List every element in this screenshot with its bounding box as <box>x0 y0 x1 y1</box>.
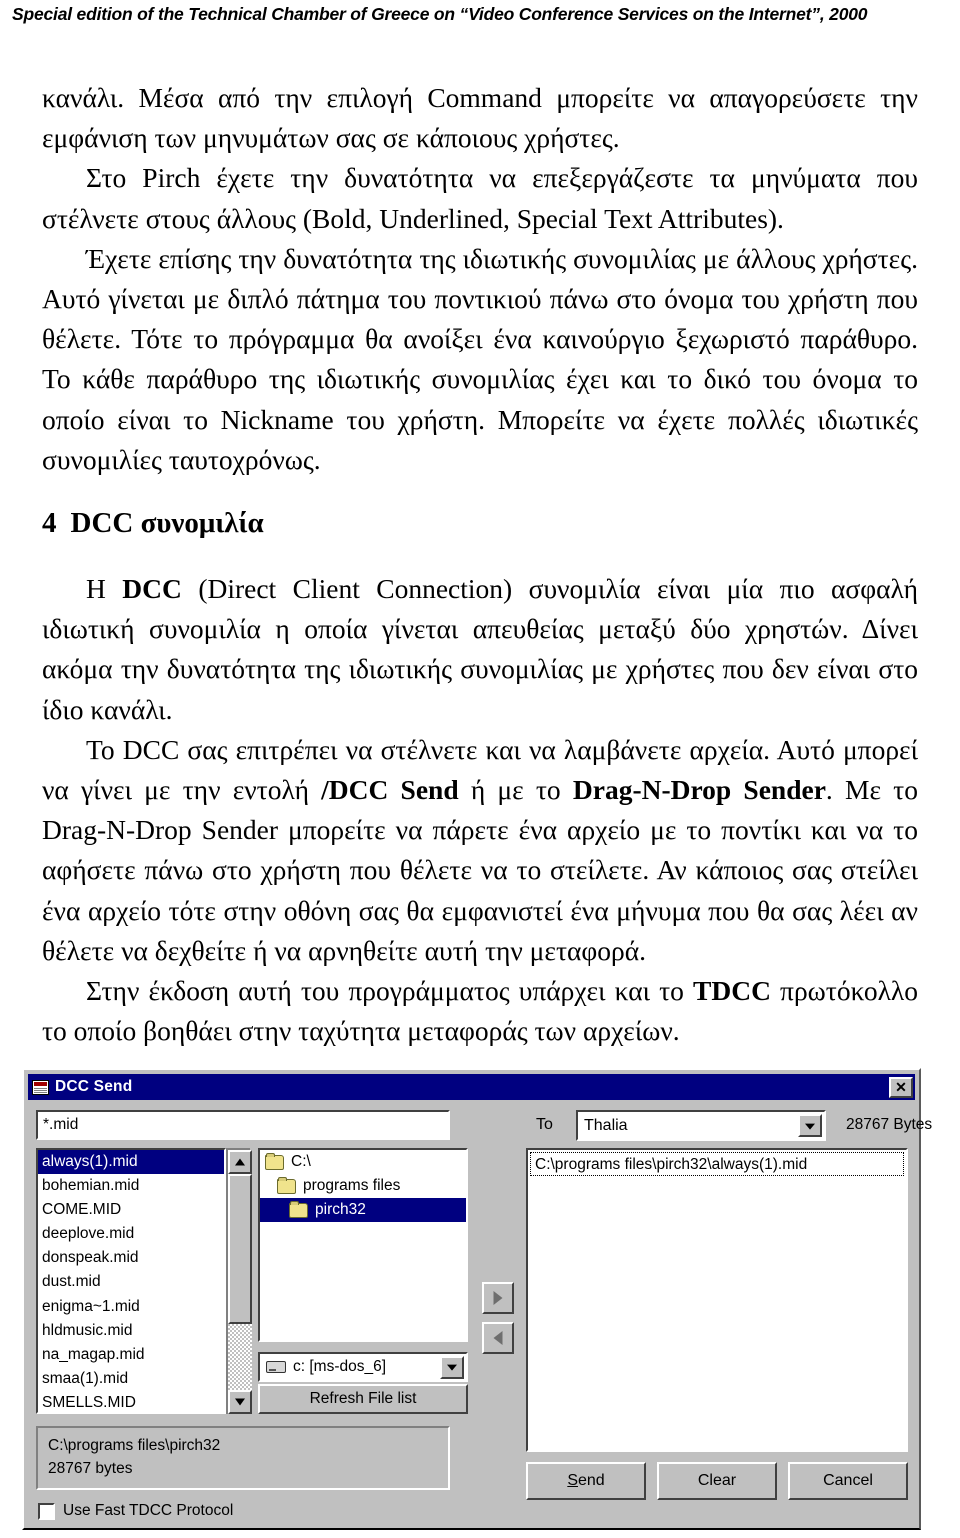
dialog-title: DCC Send <box>55 1078 133 1095</box>
selection-info-panel: C:\programs files\pirch32 28767 bytes <box>36 1426 450 1490</box>
chevron-down-icon[interactable] <box>798 1114 822 1137</box>
list-item[interactable]: always(1).mid <box>38 1150 224 1175</box>
paragraph-1: κανάλι. Μέσα από την επιλογή Command μπο… <box>42 82 918 154</box>
paragraph-6-part-a: Στην έκδοση αυτή του προγράμματος υπάρχε… <box>86 975 694 1007</box>
queue-item[interactable]: C:\programs files\pirch32\always(1).mid <box>530 1152 904 1176</box>
paragraph-4: Η DCC (Direct Client Connection) συνομιλ… <box>42 569 918 730</box>
to-label: To <box>536 1116 553 1133</box>
tree-item[interactable]: C:\ <box>260 1150 466 1174</box>
send-button-accel: S <box>567 1472 578 1489</box>
scroll-up-icon[interactable] <box>228 1150 252 1174</box>
paragraph-3: Έχετε επίσης την δυνατότητα της ιδιωτική… <box>42 242 918 475</box>
paragraph-5: Το DCC σας επιτρέπει να στέλνετε και να … <box>42 730 918 971</box>
file-list-items: always(1).mid bohemian.mid COME.MID deeplov… <box>38 1150 224 1412</box>
selection-path: C:\programs files\pirch32 <box>48 1437 221 1454</box>
list-item[interactable]: smaa(1).mid <box>38 1367 224 1391</box>
folder-icon <box>265 1152 284 1170</box>
tree-item[interactable]: pirch32 <box>260 1198 466 1222</box>
send-button-rest: end <box>577 1472 605 1489</box>
recipient-value: Thalia <box>584 1116 628 1134</box>
cancel-button[interactable]: Cancel <box>788 1462 908 1500</box>
list-item[interactable]: hldmusic.mid <box>38 1319 224 1343</box>
fast-tdcc-checkbox[interactable] <box>38 1502 55 1520</box>
close-icon[interactable]: ✕ <box>889 1076 913 1098</box>
refresh-file-list-button[interactable]: Refresh File list <box>258 1384 468 1414</box>
tree-item-label: pirch32 <box>315 1201 366 1218</box>
dialog-titlebar: DCC Send ✕ <box>28 1074 915 1100</box>
paragraph-4-bold-dcc: DCC <box>122 573 182 605</box>
paragraph-4-part-a: Η <box>86 573 123 605</box>
fast-tdcc-checkbox-row[interactable]: Use Fast TDCC Protocol <box>38 1502 233 1520</box>
body-text-column: κανάλι. Μέσα από την επιλογή Command μπο… <box>42 78 918 1051</box>
chevron-down-icon[interactable] <box>440 1355 464 1379</box>
section-heading-text: DCC συνομιλία <box>70 507 264 540</box>
paragraph-5-bold-drag-n-drop: Drag-N-Drop Sender <box>572 774 826 806</box>
list-item[interactable]: deeplove.mid <box>38 1222 224 1246</box>
scroll-down-icon[interactable] <box>228 1390 252 1414</box>
list-item[interactable]: COME.MID <box>38 1198 224 1222</box>
file-filter-input[interactable]: *.mid <box>36 1110 450 1140</box>
paragraph-5-bold-dcc-send: /DCC Send <box>321 774 459 806</box>
scrollbar-track[interactable] <box>228 1324 252 1390</box>
send-button[interactable]: Send <box>526 1462 646 1500</box>
dialog-action-buttons: Send Clear Cancel <box>526 1462 908 1502</box>
list-item[interactable]: SMELLS.MID <box>38 1391 224 1412</box>
drive-icon <box>266 1361 286 1373</box>
drive-combobox[interactable]: c: [ms-dos_6] <box>258 1352 468 1382</box>
folder-icon <box>289 1200 308 1218</box>
list-item[interactable]: bohemian.mid <box>38 1174 224 1198</box>
folder-icon <box>277 1176 296 1194</box>
running-header: Special edition of the Technical Chamber… <box>12 4 868 24</box>
remove-from-queue-button[interactable] <box>482 1322 514 1354</box>
send-queue-list[interactable]: C:\programs files\pirch32\always(1).mid <box>526 1148 908 1452</box>
file-size-label: 28767 Bytes <box>846 1116 933 1133</box>
fast-tdcc-label: Use Fast TDCC Protocol <box>63 1502 234 1519</box>
dcc-send-dialog: DCC Send ✕ *.mid To Thalia 28767 Bytes a… <box>22 1068 932 1530</box>
tree-item[interactable]: programs files <box>260 1174 466 1198</box>
list-item[interactable]: enigma~1.mid <box>38 1295 224 1319</box>
recipient-combobox[interactable]: Thalia <box>576 1110 826 1141</box>
section-heading: 4 DCC συνομιλία <box>42 505 918 541</box>
file-list-scrollbar[interactable] <box>226 1148 252 1414</box>
tree-item-label: programs files <box>303 1177 401 1194</box>
tree-item-label: C:\ <box>291 1153 311 1170</box>
section-heading-number: 4 <box>42 507 57 540</box>
directory-tree[interactable]: C:\ programs files pirch32 <box>258 1148 468 1342</box>
paragraph-6: Στην έκδοση αυτή του προγράμματος υπάρχε… <box>42 971 918 1051</box>
document-page: Special edition of the Technical Chamber… <box>0 0 960 1538</box>
selection-size: 28767 bytes <box>48 1460 133 1477</box>
list-item[interactable]: na_magap.mid <box>38 1343 224 1367</box>
list-item[interactable]: donspeak.mid <box>38 1246 224 1270</box>
drive-value: c: [ms-dos_6] <box>293 1358 387 1375</box>
list-item[interactable]: dust.mid <box>38 1270 224 1294</box>
application-icon <box>32 1079 49 1095</box>
paragraph-2: Στο Pirch έχετε την δυνατότητα να επεξερ… <box>42 162 918 234</box>
paragraph-5-part-c: ή με το <box>458 774 573 806</box>
paragraph-6-bold-tdcc: TDCC <box>693 975 771 1007</box>
file-list[interactable]: always(1).mid bohemian.mid COME.MID deeplov… <box>36 1148 226 1414</box>
clear-button[interactable]: Clear <box>657 1462 777 1500</box>
add-to-queue-button[interactable] <box>482 1282 514 1314</box>
scrollbar-thumb[interactable] <box>228 1174 252 1324</box>
